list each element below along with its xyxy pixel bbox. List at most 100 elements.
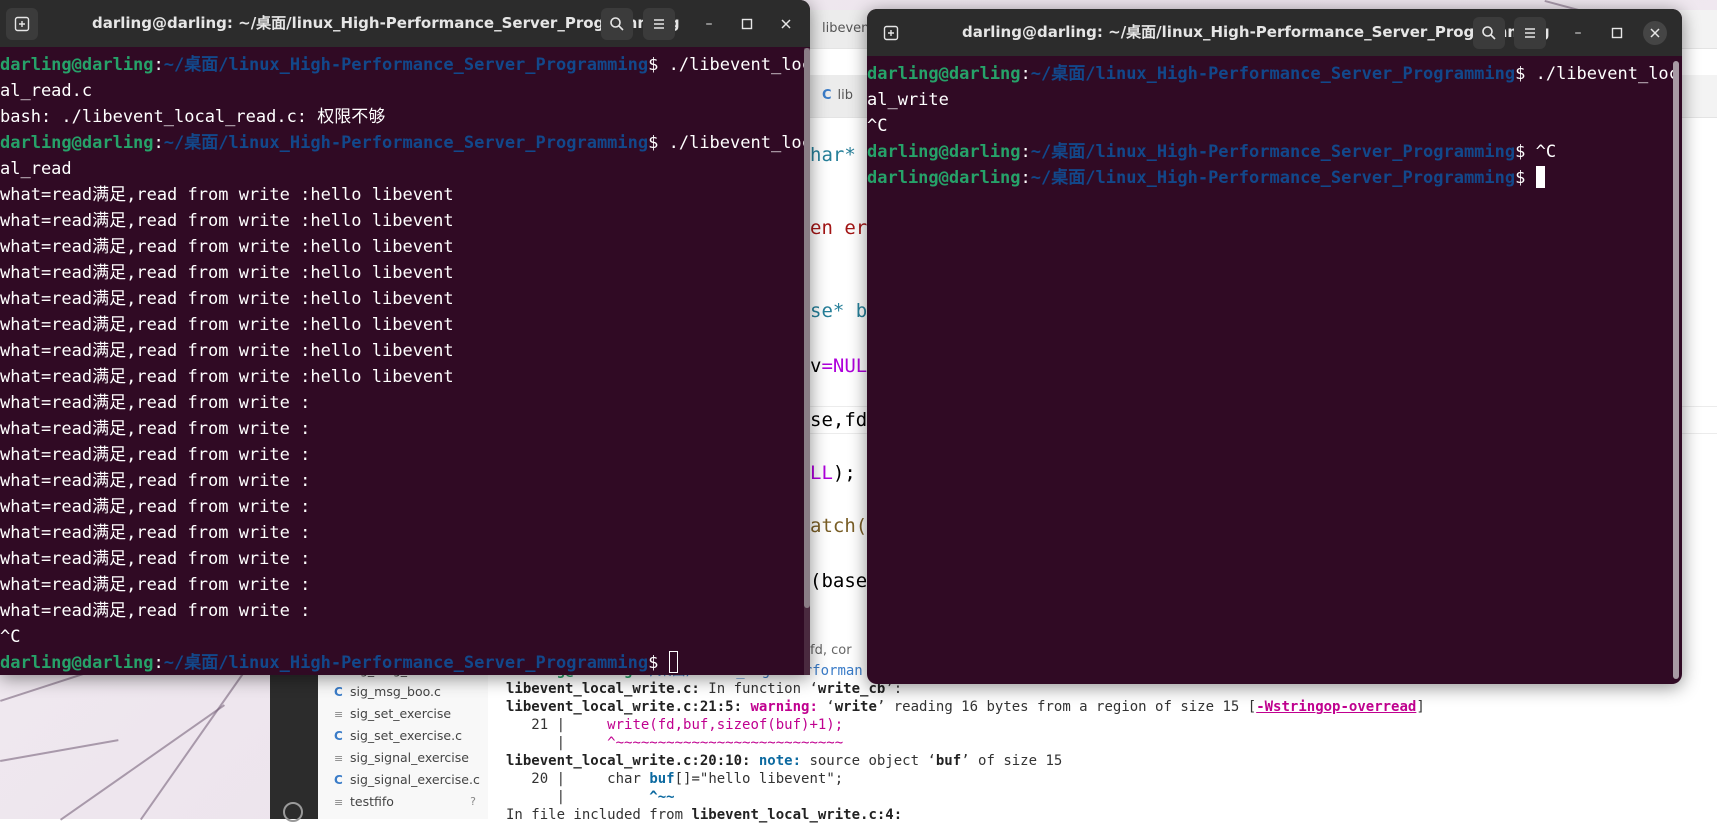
- terminal-window-read[interactable]: darling@darling: ~/桌面/linux_High-Perform…: [0, 0, 810, 675]
- terminal-line: 20 | char buf[]="hello libevent";: [506, 771, 844, 787]
- output-line: what=read满足,read from write :: [0, 575, 311, 595]
- maximize-button[interactable]: [1605, 21, 1629, 45]
- code-fragment: atch(: [810, 515, 868, 537]
- scrollbar-thumb[interactable]: [1673, 61, 1679, 679]
- explorer-item[interactable]: ≡ sig_signal_exercise: [334, 748, 484, 768]
- output-line: what=read满足,read from write :: [0, 601, 311, 621]
- output-line: al_read: [0, 159, 72, 179]
- terminal-output[interactable]: darling@darling:~/桌面/linux_High-Performa…: [867, 56, 1682, 684]
- code-fragment: (base: [810, 570, 868, 592]
- prompt-line: darling@darling:~/桌面/linux_High-Performa…: [0, 55, 810, 75]
- window-title: darling@darling: ~/桌面/linux_High-Perform…: [92, 14, 680, 32]
- code-hint-fragment: fd, cor: [810, 643, 852, 658]
- window-title: darling@darling: ~/桌面/linux_High-Perform…: [962, 23, 1550, 41]
- git-status-badge: ?: [470, 795, 476, 808]
- search-button[interactable]: [1473, 17, 1505, 49]
- explorer-item[interactable]: ≡ sig_set_exercise: [334, 704, 484, 724]
- output-line: what=read满足,read from write :hello libev…: [0, 237, 454, 257]
- menu-button[interactable]: [1514, 17, 1546, 49]
- prompt-line: darling@darling:~/桌面/linux_High-Performa…: [867, 64, 1679, 84]
- minimize-button[interactable]: –: [1566, 21, 1590, 45]
- prompt-line: darling@darling:~/桌面/linux_High-Performa…: [0, 133, 810, 153]
- text-file-icon: ≡: [334, 796, 344, 809]
- hamburger-menu-icon: [1525, 28, 1535, 38]
- output-line: what=read满足,read from write :: [0, 445, 311, 465]
- output-line: what=read满足,read from write :: [0, 549, 311, 569]
- search-icon: [1482, 26, 1496, 40]
- new-tab-button[interactable]: [875, 17, 907, 49]
- terminal-output[interactable]: darling@darling:~/桌面/linux_High-Performa…: [0, 47, 810, 675]
- code-fragment: LL);: [810, 462, 856, 484]
- menu-button[interactable]: [643, 8, 675, 40]
- code-fragment: v=NUL: [810, 355, 868, 377]
- activity-bar: [270, 672, 318, 822]
- minimize-button[interactable]: –: [697, 12, 721, 36]
- terminal-line: 21 | write(fd,buf,sizeof(buf)+1);: [506, 717, 844, 733]
- c-file-icon: C: [822, 88, 832, 103]
- output-line: what=read满足,read from write :: [0, 419, 311, 439]
- terminal-titlebar[interactable]: darling@darling: ~/桌面/linux_High-Perform…: [867, 9, 1682, 56]
- output-line: ^C: [867, 116, 888, 136]
- output-line: what=read满足,read from write :: [0, 523, 311, 543]
- hamburger-menu-icon: [654, 19, 664, 29]
- code-fragment: har*: [810, 144, 856, 166]
- text-file-icon: ≡: [334, 708, 344, 721]
- terminal-titlebar[interactable]: darling@darling: ~/桌面/linux_High-Perform…: [0, 0, 810, 47]
- code-fragment: en er: [810, 217, 868, 239]
- new-tab-button[interactable]: [6, 8, 38, 40]
- output-line: what=read满足,read from write :hello libev…: [0, 289, 454, 309]
- output-line: ^C: [0, 627, 21, 647]
- warning-flag-link[interactable]: -Wstringop-overread: [1256, 699, 1416, 715]
- terminal-line: | ^~~: [506, 789, 675, 805]
- output-line: what=read满足,read from write :hello libev…: [0, 341, 454, 361]
- wallpaper-line: [60, 704, 225, 821]
- minimize-icon: –: [705, 16, 713, 32]
- maximize-icon: [741, 18, 753, 30]
- c-file-icon: C: [334, 729, 343, 743]
- error-line: bash: ./libevent_local_read.c: 权限不够: [0, 107, 386, 127]
- prompt-line: darling@darling:~/桌面/linux_High-Performa…: [867, 165, 1545, 191]
- terminal-line: libevent_local_write.c:21:5: warning: ‘w…: [506, 699, 1425, 715]
- c-file-icon: C: [334, 685, 343, 699]
- explorer-item[interactable]: Csig_msg_boo.c: [334, 682, 484, 702]
- output-line: what=read满足,read from write :hello libev…: [0, 211, 454, 231]
- scrollbar-thumb[interactable]: [804, 48, 810, 608]
- output-line: what=read满足,read from write :: [0, 497, 311, 517]
- text-file-icon: ≡: [334, 752, 344, 765]
- search-icon: [610, 17, 624, 31]
- output-line: what=read满足,read from write :: [0, 471, 311, 491]
- close-icon: [781, 19, 791, 29]
- c-file-icon: C: [334, 773, 343, 787]
- maximize-button[interactable]: [735, 12, 759, 36]
- output-line: al_write: [867, 90, 949, 110]
- explorer-item[interactable]: Csig_signal_exercise.c: [334, 770, 484, 790]
- text-cursor: [1535, 166, 1545, 188]
- search-button[interactable]: [601, 8, 633, 40]
- account-icon[interactable]: [283, 802, 303, 822]
- minimize-icon: –: [1574, 25, 1582, 41]
- close-button[interactable]: [1643, 21, 1667, 45]
- output-line: al_read.c: [0, 81, 93, 101]
- output-line: what=read满足,read from write :hello libev…: [0, 367, 454, 387]
- new-tab-icon: [883, 25, 899, 41]
- output-line: what=read满足,read from write :: [0, 393, 311, 413]
- explorer-item[interactable]: Csig_set_exercise.c: [334, 726, 484, 746]
- close-icon: [1650, 28, 1660, 38]
- maximize-icon: [1611, 27, 1623, 39]
- terminal-window-write[interactable]: darling@darling: ~/桌面/linux_High-Perform…: [867, 9, 1682, 684]
- wallpaper-line: [140, 671, 245, 821]
- text-cursor: [668, 651, 678, 673]
- new-tab-icon: [14, 16, 30, 32]
- terminal-line: | ^~~~~~~~~~~~~~~~~~~~~~~~~~~~: [506, 735, 844, 751]
- explorer-item[interactable]: ≡ testfifo?: [334, 792, 484, 812]
- terminal-line: libevent_local_write.c:20:10: note: sour…: [506, 753, 1063, 769]
- prompt-line: darling@darling:~/桌面/linux_High-Performa…: [0, 650, 678, 675]
- prompt-line: darling@darling:~/桌面/linux_High-Performa…: [867, 142, 1557, 162]
- wallpaper-line: [0, 739, 119, 762]
- terminal-line: libevent_local_write.c: In function ‘wri…: [506, 681, 903, 697]
- explorer-sidebar: ≡sig_msg_boo Csig_msg_boo.c ≡sig_set_exe…: [318, 660, 489, 819]
- output-line: what=read满足,read from write :hello libev…: [0, 315, 454, 335]
- output-line: what=read满足,read from write :hello libev…: [0, 263, 454, 283]
- close-button[interactable]: [774, 12, 798, 36]
- code-fragment: se,fd: [810, 409, 868, 431]
